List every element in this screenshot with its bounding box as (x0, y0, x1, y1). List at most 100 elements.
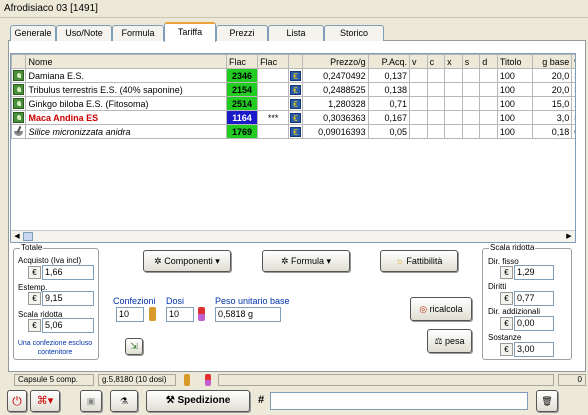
cell-titolo[interactable]: 100 (496, 110, 533, 125)
tab-storico[interactable]: Storico (324, 25, 384, 41)
tab-tariffa[interactable]: Tariffa (164, 22, 216, 42)
col-flac2[interactable]: Flac (257, 54, 290, 69)
acquisto-field[interactable]: 1,66 (42, 265, 94, 280)
fattibilita-button[interactable]: ☼ Fattibilità (380, 250, 458, 272)
col-d[interactable]: d (479, 54, 498, 69)
cell-s[interactable] (461, 110, 481, 125)
horizontal-scrollbar[interactable]: ◀ ▶ (11, 230, 575, 242)
table-row[interactable]: Tribulus terrestris E.S. (40% saponine) 2… (11, 82, 575, 97)
cell-pct[interactable]: 25, (571, 96, 575, 111)
cell-flac[interactable]: 1164 (226, 110, 259, 125)
export-button[interactable]: ⇲ (125, 338, 143, 355)
tab-lista[interactable]: Lista (268, 25, 324, 41)
sostanze-field[interactable]: 3,00 (514, 342, 554, 357)
euro-icon[interactable]: € (289, 84, 301, 95)
cell-c[interactable] (426, 68, 446, 83)
euro-icon[interactable]: € (289, 112, 301, 123)
cell-d[interactable] (479, 68, 498, 83)
power-button[interactable]: ⏻ (7, 390, 27, 412)
acquisto-euro-icon[interactable]: € (28, 266, 41, 279)
scroll-thumb[interactable] (23, 232, 33, 241)
trash-button[interactable]: 🗑 (536, 390, 558, 412)
cell-c[interactable] (426, 82, 446, 97)
cell-x[interactable] (444, 82, 463, 97)
cell-prezzo[interactable]: 1,280328 (301, 96, 369, 111)
dir-fisso-field[interactable]: 1,29 (514, 265, 554, 280)
plant-icon[interactable] (11, 110, 27, 125)
cell-d[interactable] (479, 124, 498, 139)
cell-pct[interactable]: 34, (571, 82, 575, 97)
cell-x[interactable] (444, 68, 463, 83)
col-c[interactable]: c (426, 54, 446, 69)
diritti-euro-icon[interactable]: € (500, 292, 513, 305)
table-row[interactable]: Maca Andina ES 1164 *** €0,3036363 0,167 100 3… (11, 110, 575, 125)
cell-prezzo[interactable]: 0,09016393 (301, 124, 369, 139)
ricalcola-button[interactable]: ◎ ricalcola (410, 297, 472, 321)
col-v[interactable]: v (409, 54, 428, 69)
cell-euro[interactable]: € (288, 82, 303, 97)
col-nome[interactable]: Nome (25, 54, 228, 69)
euro-icon[interactable]: € (289, 126, 301, 137)
cell-nome[interactable]: Maca Andina ES (25, 110, 228, 125)
tab-formula[interactable]: Formula (112, 25, 164, 41)
plant-icon[interactable] (11, 68, 27, 83)
euro-icon[interactable]: € (289, 70, 301, 81)
dir-add-field[interactable]: 0,00 (514, 316, 554, 331)
cell-c[interactable] (426, 110, 446, 125)
cell-prezzo[interactable]: 0,2470492 (301, 68, 369, 83)
cell-c[interactable] (426, 124, 446, 139)
cell-titolo[interactable]: 100 (496, 68, 533, 83)
cell-pacq[interactable]: 0,138 (367, 82, 411, 97)
cell-flac[interactable]: 2154 (226, 82, 259, 97)
cell-pacq[interactable]: 0,137 (367, 68, 411, 83)
cell-prezzo[interactable]: 0,2488525 (301, 82, 369, 97)
col-pct[interactable]: % (571, 54, 575, 69)
cell-euro[interactable]: € (288, 68, 303, 83)
barcode-input[interactable] (270, 392, 528, 410)
tab-prezzi[interactable]: Prezzi (216, 25, 268, 41)
cell-prezzo[interactable]: 0,3036363 (301, 110, 369, 125)
cell-gbase[interactable]: 15,0 (531, 96, 573, 111)
peso-field[interactable]: 0,5818 g (215, 307, 281, 322)
table-row[interactable]: Silice micronizzata anidra 1769 €0,0901639… (11, 124, 575, 139)
componenti-button[interactable]: ✲ Componenti ▾ (143, 250, 231, 272)
cell-titolo[interactable]: 100 (496, 124, 533, 139)
diritti-field[interactable]: 0,77 (514, 291, 554, 306)
estemp-field[interactable]: 9,15 (42, 291, 94, 306)
dir-add-euro-icon[interactable]: € (500, 317, 513, 330)
cell-x[interactable] (444, 124, 463, 139)
cell-v[interactable] (409, 110, 428, 125)
cell-euro[interactable]: € (288, 96, 303, 111)
cell-nome[interactable]: Ginkgo biloba E.S. (Fitosoma) (25, 96, 228, 111)
cell-euro[interactable]: € (288, 124, 303, 139)
cell-d[interactable] (479, 96, 498, 111)
cell-flac2[interactable]: *** (257, 110, 290, 125)
formula-button[interactable]: ✲ Formula ▾ (262, 250, 350, 272)
mortar-icon[interactable] (11, 124, 27, 139)
cell-pct[interactable]: 34, (571, 68, 575, 83)
cell-d[interactable] (479, 110, 498, 125)
tab-generale[interactable]: Generale (10, 25, 56, 41)
pesa-button[interactable]: ⚖ pesa (427, 329, 472, 353)
cell-flac[interactable]: 2346 (226, 68, 259, 83)
estemp-euro-icon[interactable]: € (28, 292, 41, 305)
col-pacq[interactable]: P.Acq. (367, 54, 411, 69)
cell-flac2[interactable] (257, 96, 290, 111)
cell-nome[interactable]: Tribulus terrestris E.S. (40% saponine) (25, 82, 228, 97)
col-prezzo[interactable]: Prezzo/g (301, 54, 369, 69)
col-s[interactable]: s (461, 54, 481, 69)
cell-pct[interactable]: 0, (571, 124, 575, 139)
cell-v[interactable] (409, 68, 428, 83)
cell-flac[interactable]: 2514 (226, 96, 259, 111)
scroll-right-icon[interactable]: ▶ (563, 231, 575, 242)
cell-s[interactable] (461, 124, 481, 139)
cell-gbase[interactable]: 3,0 (531, 110, 573, 125)
cell-gbase[interactable]: 0,18 (531, 124, 573, 139)
command-menu-button[interactable]: ⌘▾ (30, 390, 60, 412)
col-x[interactable]: x (444, 54, 463, 69)
euro-icon[interactable]: € (289, 98, 301, 109)
table-row[interactable]: Ginkgo biloba E.S. (Fitosoma) 2514 €1,2803… (11, 96, 575, 111)
cell-v[interactable] (409, 82, 428, 97)
sostanze-euro-icon[interactable]: € (500, 343, 513, 356)
cell-flac2[interactable] (257, 68, 290, 83)
